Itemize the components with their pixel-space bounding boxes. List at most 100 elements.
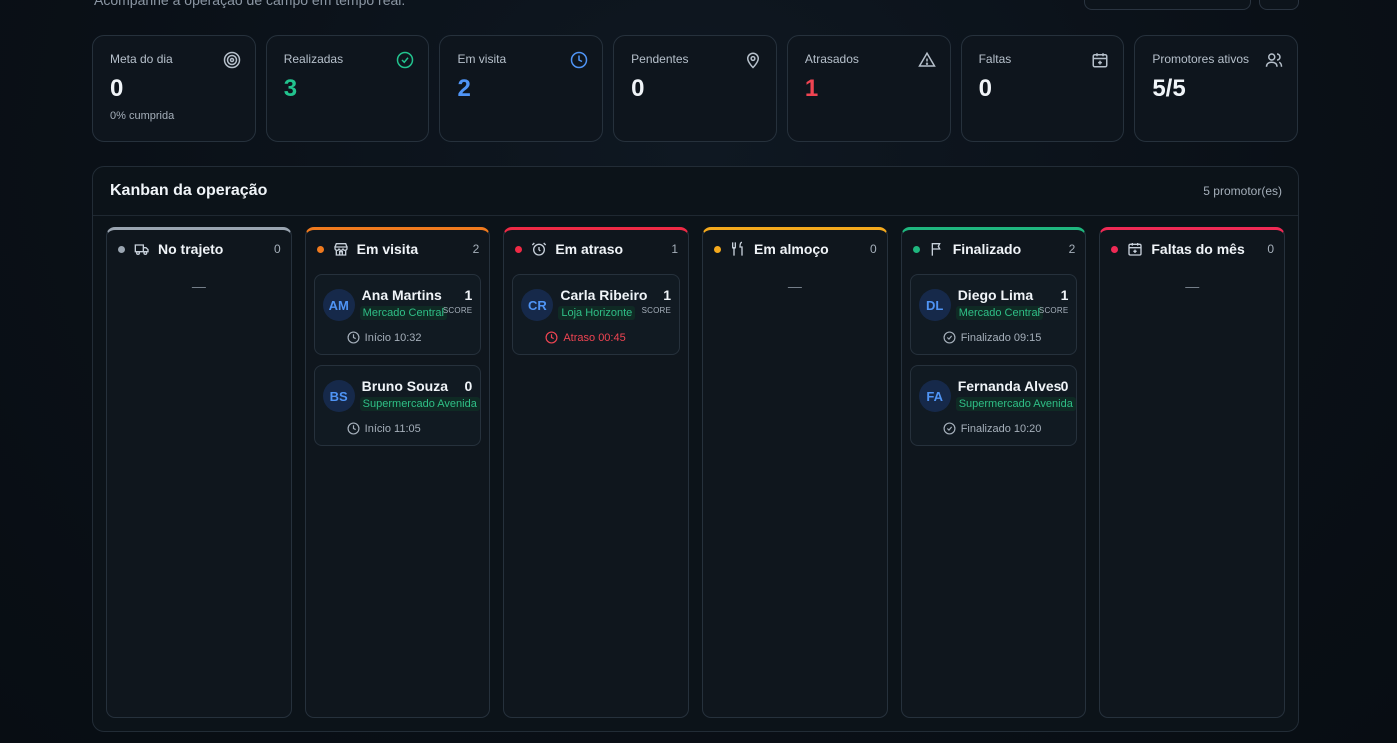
avatar: DL <box>918 289 951 321</box>
column-count: 0 <box>273 242 281 256</box>
column-finalizado: Finalizado 2 DL Diego Lima Mercado Centr… <box>900 227 1087 718</box>
clock-icon <box>347 422 360 435</box>
column-header: Em almoço 0 <box>703 230 887 268</box>
stat-value: 0 <box>110 75 124 102</box>
card-list: DL Diego Lima Mercado Central 1 SCORE Fi… <box>902 268 1086 446</box>
status-dot <box>118 245 125 253</box>
card-time: Atraso 00:45 <box>545 331 626 344</box>
stat-value: 0 <box>631 75 645 102</box>
check-circle-icon <box>943 422 956 435</box>
time-text: Finalizado 10:20 <box>960 422 1042 435</box>
column-count: 2 <box>472 242 480 256</box>
empty-placeholder: — <box>191 278 206 294</box>
stat-label: Atrasados <box>804 52 859 66</box>
promoter-name: Ana Martins <box>361 287 442 303</box>
promoter-name: Diego Lima <box>957 287 1034 303</box>
time-text: Início 10:32 <box>364 331 422 344</box>
promoter-card[interactable]: FA Fernanda Alves Supermercado Avenida 0… <box>909 365 1078 446</box>
map-pin-icon <box>746 52 759 69</box>
promoter-card[interactable]: CR Carla Ribeiro Loja Horizonte 1 SCORE … <box>512 274 681 355</box>
clock-icon <box>347 331 360 344</box>
column-count: 0 <box>1267 242 1275 256</box>
score: 1 SCORE <box>442 287 473 316</box>
stat-label: Em visita <box>457 52 507 66</box>
promoter-name: Bruno Souza <box>361 378 449 394</box>
status-dot <box>515 245 523 253</box>
column-title: Finalizado <box>952 241 1022 257</box>
status-dot <box>316 245 324 253</box>
column-count: 0 <box>870 242 877 256</box>
score: 1 SCORE <box>642 287 672 316</box>
score-value: 1 <box>464 287 473 303</box>
truck-icon <box>134 244 149 255</box>
alarm-icon <box>532 242 547 256</box>
status-dot <box>1111 245 1119 253</box>
column-header: Faltas do mês 0 <box>1100 230 1284 268</box>
clock-icon <box>570 51 588 69</box>
store-icon <box>334 243 348 256</box>
score-value: 0 <box>464 378 473 394</box>
time-text: Início 11:05 <box>364 422 421 435</box>
page-subtitle: Acompanhe a operação de campo em tempo r… <box>94 0 406 8</box>
stat-value: 1 <box>804 75 819 102</box>
stat-sub: 0% cumprida <box>110 110 175 122</box>
promoter-card[interactable]: BS Bruno Souza Supermercado Avenida 0 In… <box>313 365 482 446</box>
column-title: No trajeto <box>158 241 224 257</box>
stat-card-meta: Meta do dia 0 0% cumprida <box>92 35 256 142</box>
score: 0 <box>1061 379 1069 394</box>
promoter-name: Carla Ribeiro <box>560 287 648 303</box>
score-value: 1 <box>663 287 672 303</box>
promoter-card[interactable]: AM Ana Martins Mercado Central 1 SCORE I… <box>313 274 482 355</box>
column-header: No trajeto 0 <box>107 230 291 268</box>
stats-row: Meta do dia 0 0% cumprida Realizadas 3 E… <box>92 35 1299 142</box>
kanban-count: 5 promotor(es) <box>1203 184 1282 198</box>
empty-placeholder: — <box>1185 278 1200 294</box>
store-badge: Mercado Central <box>359 306 447 320</box>
stat-value: 2 <box>457 75 471 102</box>
column-count: 2 <box>1068 242 1076 256</box>
column-header: Em visita 2 <box>306 230 490 268</box>
score-label: SCORE <box>442 306 473 315</box>
column-title: Em almoço <box>754 241 829 257</box>
column-header: Finalizado 2 <box>902 230 1086 268</box>
stat-label: Meta do dia <box>110 52 173 66</box>
store-badge: Supermercado Avenida <box>359 397 480 411</box>
promoter-name: Fernanda Alves <box>957 378 1062 394</box>
store-badge: Supermercado Avenida <box>955 397 1076 411</box>
promoter-card[interactable]: DL Diego Lima Mercado Central 1 SCORE Fi… <box>909 274 1078 355</box>
column-em-almoco: Em almoço 0 — <box>702 227 888 718</box>
card-time: Finalizado 09:15 <box>943 331 1042 344</box>
stat-value: 3 <box>283 75 298 102</box>
period-select[interactable] <box>1084 0 1251 10</box>
stat-card-atrasados: Atrasados 1 <box>786 35 951 142</box>
empty-placeholder: — <box>787 278 802 294</box>
kanban-panel: Kanban da operação 5 promotor(es) No tra… <box>92 166 1299 732</box>
column-title: Faltas do mês <box>1151 241 1245 257</box>
stat-label: Realizadas <box>283 52 344 66</box>
column-em-atraso: Em atraso 1 CR Carla Ribeiro Loja Horizo… <box>503 227 690 718</box>
stat-card-realizadas: Realizadas 3 <box>265 35 430 142</box>
column-title: Em visita <box>356 241 419 257</box>
score: 0 <box>465 379 473 394</box>
alert-triangle-icon <box>917 51 936 67</box>
kanban-columns: No trajeto 0 — Em visita 2 AM Ana Martin… <box>106 227 1286 718</box>
column-faltas-do-mes: Faltas do mês 0 — <box>1099 227 1286 718</box>
score-value: 1 <box>1060 287 1069 303</box>
refresh-button[interactable] <box>1259 0 1299 10</box>
calendar-plus-icon <box>1128 243 1143 256</box>
score-value: 0 <box>1060 378 1069 394</box>
status-dot <box>912 245 920 253</box>
stat-card-promotores: Promotores ativos 5/5 <box>1134 35 1299 142</box>
card-time: Início 10:32 <box>347 331 422 344</box>
card-list: CR Carla Ribeiro Loja Horizonte 1 SCORE … <box>504 268 688 355</box>
column-title: Em atraso <box>555 241 624 257</box>
card-time: Finalizado 10:20 <box>943 422 1042 435</box>
avatar: AM <box>322 289 355 321</box>
store-badge: Mercado Central <box>955 306 1044 320</box>
avatar: BS <box>322 380 355 412</box>
score: 1 SCORE <box>1039 287 1069 316</box>
time-text: Finalizado 09:15 <box>960 331 1042 344</box>
stat-card-pendentes: Pendentes 0 <box>613 35 777 142</box>
stat-value: 5/5 <box>1152 75 1186 102</box>
users-icon <box>1265 53 1283 67</box>
